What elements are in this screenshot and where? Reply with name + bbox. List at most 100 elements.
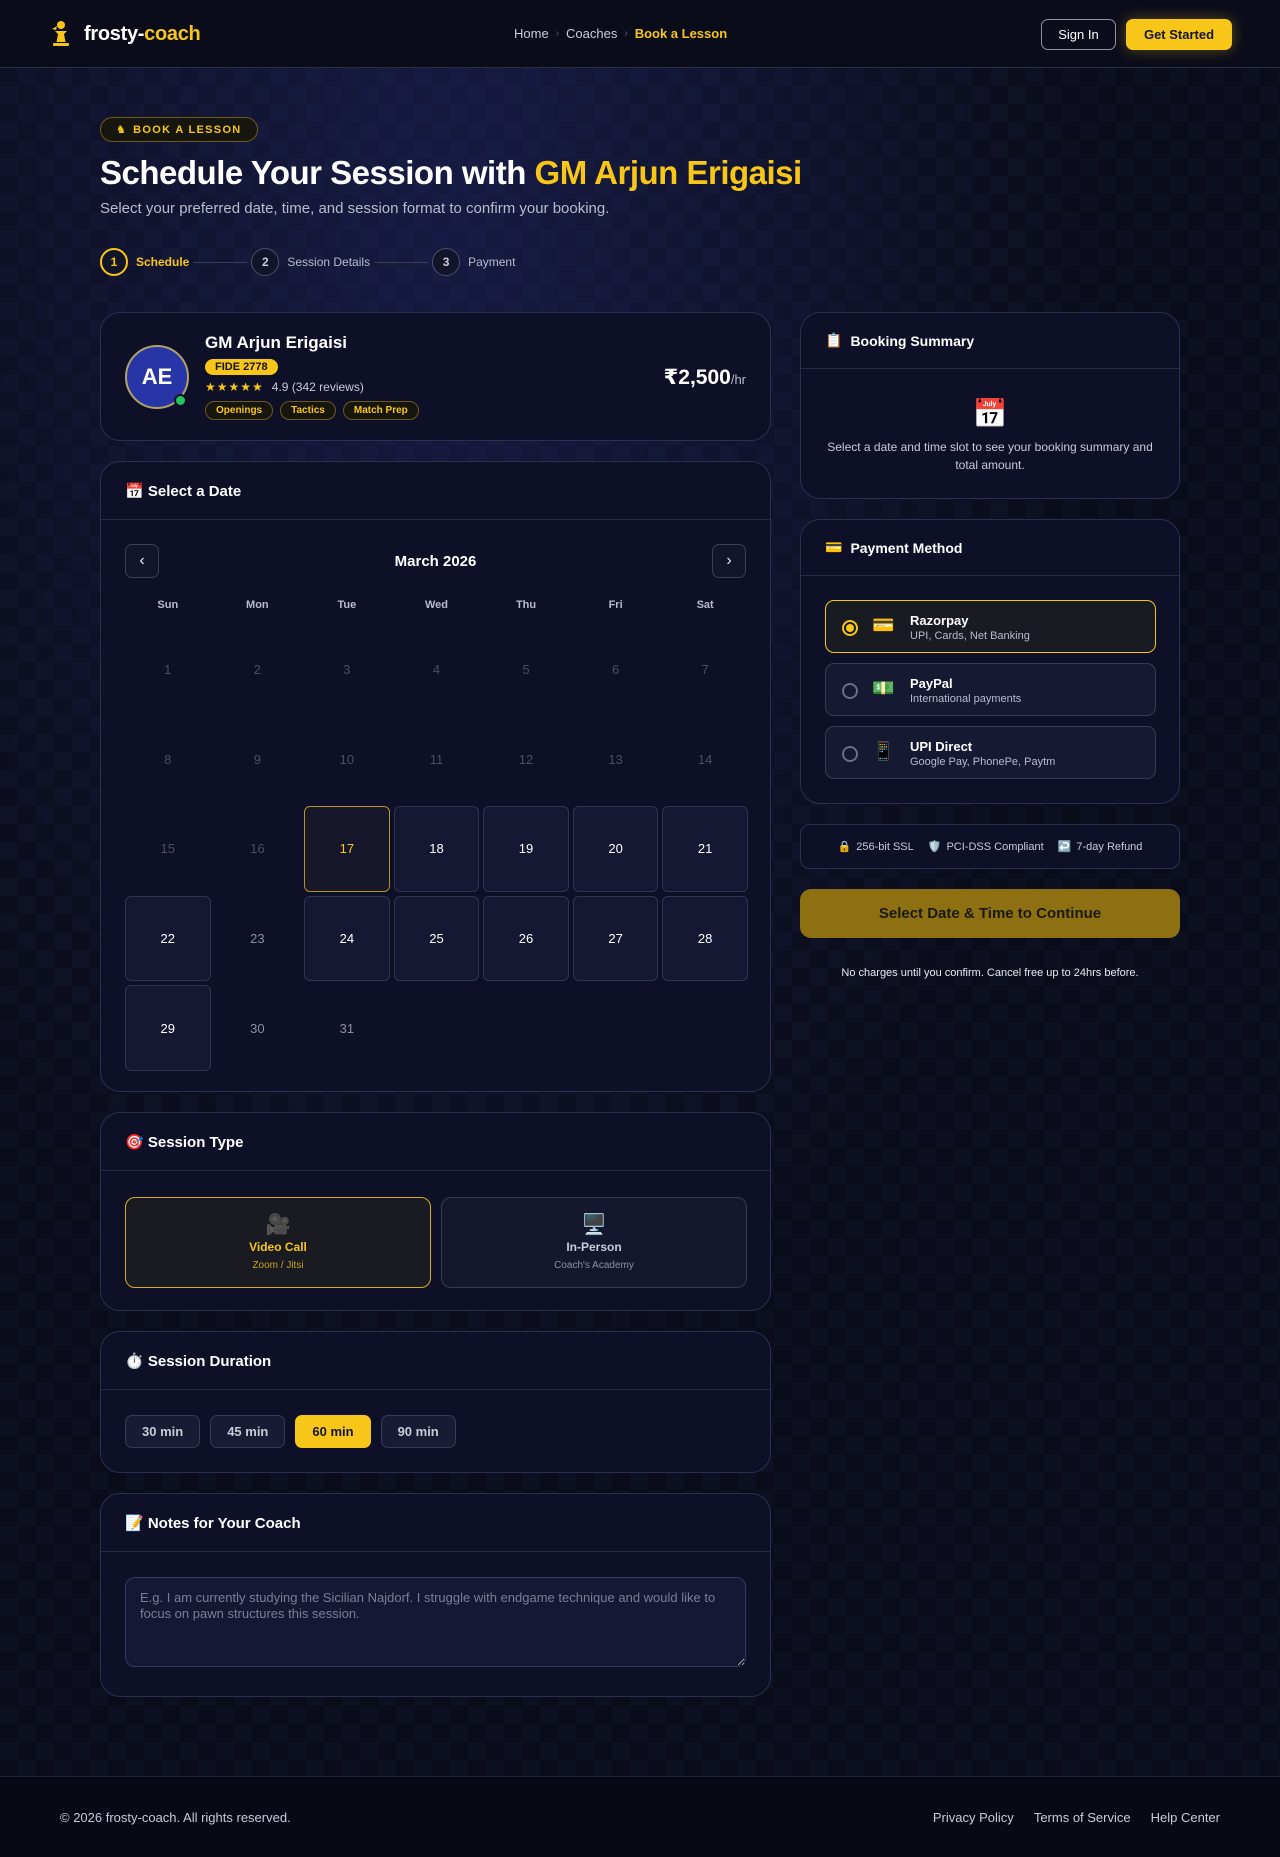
calendar-day-available[interactable]: 22 <box>125 895 211 982</box>
brand-name-part1: frosty- <box>84 22 145 45</box>
payment-option-name: Razorpay <box>910 613 969 628</box>
weekday-header: Sun Mon Tue Wed Thu Fri Sat <box>125 599 746 611</box>
session-type-card: 🎯 Session Type 🎥 Video Call Zoom / Jitsi… <box>100 1112 771 1311</box>
coach-notes-textarea[interactable] <box>125 1577 746 1667</box>
calendar-icon: 📅 <box>972 398 1008 429</box>
chevron-right-icon: › <box>624 28 628 39</box>
duration-45-button[interactable]: 45 min <box>210 1415 286 1448</box>
get-started-button[interactable]: Get Started <box>1126 19 1232 50</box>
step-label: Payment <box>468 255 516 269</box>
duration-30-button[interactable]: 30 min <box>125 1415 201 1448</box>
session-type-options: 🎥 Video Call Zoom / Jitsi 🖥️ In-Person C… <box>125 1197 747 1288</box>
calendar-day-available[interactable]: 18 <box>393 806 480 892</box>
radio-selected[interactable] <box>842 620 858 636</box>
session-type-sublabel: Coach's Academy <box>554 1260 634 1271</box>
date-picker-card: 📅 Select a Date ‹ March 2026 › Sun Mon T… <box>100 461 771 1092</box>
footer-link-help[interactable]: Help Center <box>1151 1810 1220 1825</box>
calendar-day-disabled: 5 <box>522 662 530 678</box>
calendar-day-available[interactable]: 26 <box>483 895 569 982</box>
footer-link-terms[interactable]: Terms of Service <box>1034 1810 1131 1825</box>
price-unit: /hr <box>730 372 746 387</box>
breadcrumb-coaches[interactable]: Coaches <box>566 26 617 41</box>
calendar-day-disabled: 7 <box>701 662 709 678</box>
step-number: 3 <box>432 248 461 276</box>
calendar-day-available[interactable]: 21 <box>662 806 748 892</box>
calendar-day-available[interactable]: 19 <box>483 806 569 892</box>
footer-link-privacy[interactable]: Privacy Policy <box>933 1810 1014 1825</box>
trust-badges: 🔒 256-bit SSL 🛡️ PCI-DSS Compliant ↩️ 7-day… <box>800 824 1180 869</box>
calendar-day-disabled: 30 <box>250 1020 265 1036</box>
calendar-month-label: March 2026 <box>394 553 477 570</box>
coach-card: AE GM Arjun Erigaisi FIDE 2778 ★★★★★ 4.9… <box>100 312 771 441</box>
calendar-day-disabled: 9 <box>253 751 261 767</box>
continue-button[interactable]: Select Date & Time to Continue <box>800 889 1180 938</box>
weekday-label: Fri <box>608 599 623 611</box>
calendar-day-today[interactable]: 17 <box>304 806 390 892</box>
coach-notes-title: 📝 Notes for Your Coach <box>101 1494 770 1552</box>
payment-option-name: UPI Direct <box>910 739 973 754</box>
refund-arrow-icon: ↩️ <box>1057 841 1072 853</box>
payment-option-razorpay[interactable]: 💳 Razorpay UPI, Cards, Net Banking <box>825 600 1156 653</box>
hourly-price: ₹2,500/hr <box>664 365 746 390</box>
trust-badge-label: 256-bit SSL <box>856 840 914 853</box>
brand-name-part2: coach <box>144 22 201 45</box>
session-type-in-person[interactable]: 🖥️ In-Person Coach's Academy <box>441 1197 747 1288</box>
copyright-text: © 2026 frosty-coach. All rights reserved… <box>60 1810 291 1825</box>
brand-logo[interactable]: frosty-coach <box>48 20 201 48</box>
session-type-video-call[interactable]: 🎥 Video Call Zoom / Jitsi <box>125 1197 431 1288</box>
calendar-day-disabled: 10 <box>339 751 355 767</box>
chevron-right-icon: › <box>555 28 560 39</box>
calendar-day-available[interactable]: 27 <box>572 895 659 982</box>
radio-unselected[interactable] <box>842 746 858 762</box>
coach-rating: ★★★★★ 4.9 (342 reviews) <box>205 380 364 394</box>
trust-badge-label: PCI-DSS Compliant <box>946 840 1044 853</box>
radio-unselected[interactable] <box>842 683 858 699</box>
calendar-day-disabled: 16 <box>250 841 265 857</box>
sign-in-button[interactable]: Sign In <box>1041 19 1116 50</box>
duration-options: 30 min 45 min 60 min 90 min <box>125 1415 456 1448</box>
step-schedule: 1 Schedule <box>100 248 189 276</box>
calendar-day-disabled: 11 <box>429 751 444 767</box>
next-month-button[interactable]: › <box>712 544 746 578</box>
calendar-day-disabled: 2 <box>253 662 261 678</box>
calendar-navigation: ‹ March 2026 › <box>125 544 746 578</box>
calendar-day-available[interactable]: 20 <box>572 806 659 892</box>
duration-90-button[interactable]: 90 min <box>380 1415 456 1448</box>
lock-icon: 🔒 <box>837 841 852 853</box>
calendar-day-available[interactable]: 29 <box>125 985 211 1071</box>
calendar-day-available[interactable]: 24 <box>304 895 390 982</box>
payment-option-upi-direct[interactable]: 📱 UPI Direct Google Pay, PhonePe, Paytm <box>825 726 1156 779</box>
duration-60-button[interactable]: 60 min <box>295 1415 371 1448</box>
step-label: Session Details <box>287 255 371 269</box>
payment-method-title: Payment Method <box>850 539 963 556</box>
payment-option-paypal[interactable]: 💵 PayPal International payments <box>825 663 1156 716</box>
session-duration-card: ⏱️ Session Duration 30 min 45 min 60 min… <box>100 1331 771 1473</box>
page-subtitle: Select your preferred date, time, and se… <box>100 200 610 217</box>
step-connector <box>374 261 429 263</box>
breadcrumb: Home › Coaches › Book a Lesson <box>514 26 727 41</box>
online-status-indicator <box>174 394 187 407</box>
desktop-computer-icon: 🖥️ <box>581 1214 607 1236</box>
credit-card-icon: 💳 <box>825 539 843 555</box>
calendar-day-disabled: 23 <box>250 930 265 946</box>
weekday-label: Tue <box>337 599 357 611</box>
booking-summary-card: 📋 Booking Summary 📅 Select a date and ti… <box>800 312 1180 499</box>
calendar-day-available[interactable]: 28 <box>662 895 748 982</box>
breadcrumb-home[interactable]: Home <box>514 26 549 41</box>
video-camera-icon: 🎥 <box>265 1214 291 1236</box>
session-type-sublabel: Zoom / Jitsi <box>252 1260 304 1271</box>
weekday-label: Sun <box>157 599 179 611</box>
calendar-day-available[interactable]: 25 <box>393 895 480 982</box>
session-type-title: 🎯 Session Type <box>101 1113 770 1171</box>
chess-pawn-icon <box>52 21 69 46</box>
section-pill: ♞ BOOK A LESSON <box>100 117 258 142</box>
shield-icon: 🛡️ <box>927 841 942 853</box>
calendar-day-disabled: 31 <box>339 1020 355 1036</box>
session-duration-title: ⏱️ Session Duration <box>101 1332 770 1390</box>
calendar-day-disabled: 12 <box>518 751 534 767</box>
weekday-label: Wed <box>424 599 448 611</box>
step-number: 2 <box>251 248 280 276</box>
specialty-tag: Match Prep <box>342 401 419 420</box>
page-footer: © 2026 frosty-coach. All rights reserved… <box>0 1776 1280 1857</box>
payment-method-card: 💳 Payment Method 💳 Razorpay UPI, Cards, … <box>800 519 1180 804</box>
